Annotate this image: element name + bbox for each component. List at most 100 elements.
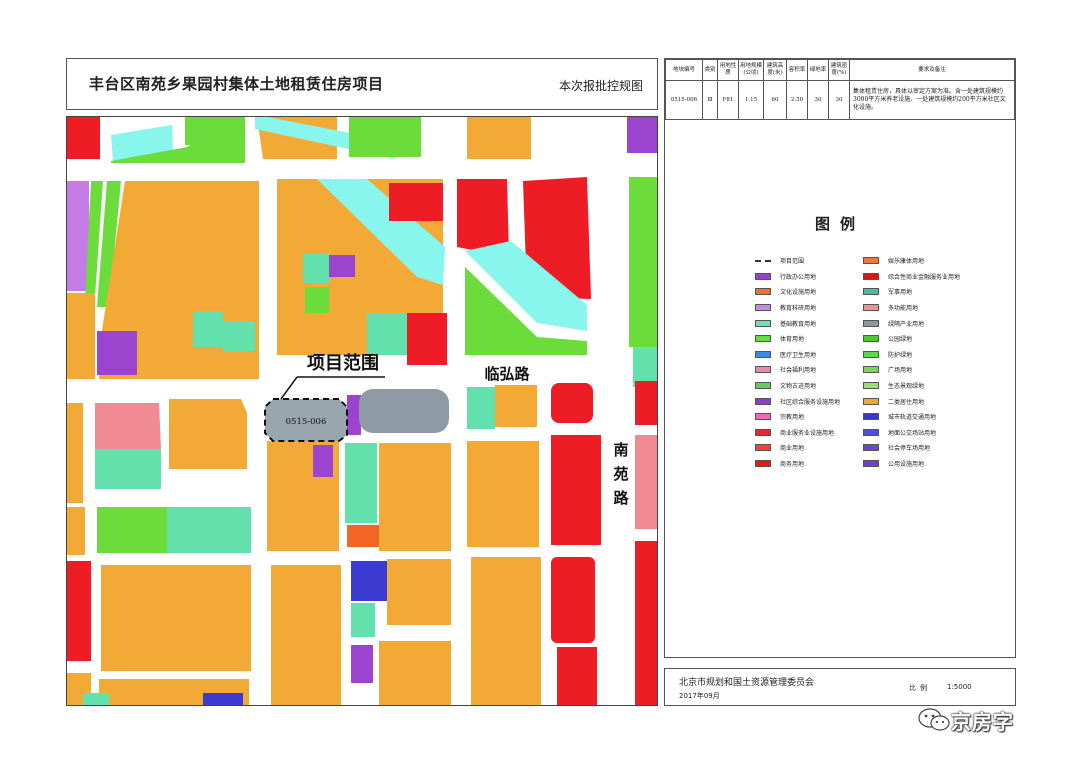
parcel (67, 117, 100, 159)
issuing-organization: 北京市规划和国土资源管理委员会 (679, 678, 815, 688)
parcel (313, 445, 333, 477)
column-header: 容积率 (786, 59, 808, 81)
column-header: 绿地率 (807, 59, 829, 81)
legend-swatch (755, 335, 771, 343)
table-row: 0515-006 Ⅲ F81 1.15 60 2.50 30 30 集体租赁住房… (665, 80, 1015, 120)
column-header: 建筑高度(米) (763, 59, 787, 81)
legend-label: 地面公交场站用地 (888, 429, 937, 437)
legend-swatch (863, 288, 879, 296)
parcel (67, 293, 95, 379)
parcel (467, 441, 539, 547)
legend-swatch (755, 288, 771, 296)
legend-item: 社会停车场用地 (863, 440, 1013, 456)
legend-item: 多功能用地 (863, 300, 1013, 316)
parcel (387, 559, 451, 625)
legend-swatch (755, 428, 771, 436)
legend-label: 公用设施用地 (888, 461, 925, 469)
legend-swatch (863, 350, 879, 358)
legend-label: 商业用地 (780, 445, 805, 453)
column-header: 地块编号 (665, 59, 703, 81)
parcel (367, 313, 407, 355)
parcel (347, 395, 361, 435)
parcel (67, 561, 91, 661)
legend-title: 图例 (814, 215, 865, 233)
legend-label: 娱乐康体用地 (888, 258, 925, 266)
parcel (407, 313, 447, 365)
legend-swatch (863, 444, 879, 452)
legend-item: 公用设施用地 (863, 456, 1013, 472)
legend-label: 教育科研用地 (780, 305, 817, 313)
parcel (101, 565, 251, 671)
parcel (97, 331, 137, 375)
parcel (167, 507, 251, 553)
column-header: 用地性质 (717, 59, 739, 81)
table-cell: Ⅲ (702, 80, 718, 120)
legend-swatch (755, 444, 771, 452)
legend-label: 军事用地 (888, 289, 913, 297)
table-cell: F81 (717, 80, 739, 120)
legend-label: 多功能用地 (888, 305, 919, 313)
parcel (471, 557, 541, 705)
project-range-label: 项目范围 (307, 352, 379, 374)
table-cell-remarks: 集体租赁住房，具体以审定方案为准。含一处建筑规模约3000平方米养老设施、一处建… (849, 80, 1015, 120)
legend-label: 综合性商业金融服务业用地 (888, 273, 961, 281)
legend-label: 医疗卫生用地 (780, 351, 817, 359)
wechat-icon (918, 708, 950, 731)
legend-swatch (863, 460, 879, 468)
parcel (345, 443, 377, 523)
parcel (95, 449, 161, 489)
issue-date: 2017年09月 (679, 692, 720, 700)
legend-label: 二类居住用地 (888, 398, 925, 406)
parcel (557, 647, 597, 705)
map-title: 丰台区南苑乡果园村集体土地租赁住房项目 (89, 75, 384, 93)
legend-swatch (755, 460, 771, 468)
parcel (203, 693, 243, 705)
legend-label: 社会停车场用地 (888, 445, 931, 453)
parcel (67, 403, 83, 503)
parcel (467, 387, 495, 429)
legend-label: 城市轨道交通用地 (888, 414, 937, 422)
road-label-nanyuan: 南苑路 (613, 441, 629, 507)
legend-label: 宗教用地 (780, 414, 805, 422)
land-use-map[interactable]: 0515-006 项目范围 临弘路 南苑路 (66, 116, 658, 706)
table-header-row: 地块编号 类别 用地性质 用地规模(公顷) 建筑高度(米) 容积率 绿地率 建筑… (665, 59, 1015, 81)
legend-item: 生态景观绿地 (863, 378, 1013, 394)
legend-item: 娱乐康体用地 (863, 253, 1013, 269)
legend-swatch (863, 257, 879, 265)
parcel (635, 381, 657, 425)
legend-label: 社区综合服务设施用地 (780, 398, 841, 406)
legend-swatch (755, 319, 771, 327)
watermark: 京房字 (917, 705, 1014, 735)
legend-label: 生态景观绿地 (888, 383, 925, 391)
parcel (349, 117, 421, 157)
legend-item: 综合性商业金融服务业用地 (863, 269, 1013, 285)
legend-swatch (863, 366, 879, 374)
legend-swatch (863, 304, 879, 312)
parcel (635, 435, 657, 529)
table-cell: 0515-006 (665, 80, 703, 120)
legend-item: 军事用地 (863, 284, 1013, 300)
parcel-info-table: 地块编号 类别 用地性质 用地规模(公顷) 建筑高度(米) 容积率 绿地率 建筑… (665, 59, 1015, 120)
legend-label: 商务用地 (780, 461, 805, 469)
legend-swatch (755, 272, 771, 280)
legend-label: 项目范围 (780, 258, 805, 266)
parcel (95, 403, 161, 449)
parcel (223, 321, 255, 351)
legend-swatch (755, 366, 771, 374)
legend-swatch (863, 382, 879, 390)
parcel (193, 311, 223, 347)
legend-label: 文物古迹用地 (780, 383, 817, 391)
legend-swatch (755, 413, 771, 421)
legend-label: 公园绿地 (888, 336, 913, 344)
parcel (551, 435, 601, 545)
parcel (271, 565, 341, 705)
scale-label: 比例 (909, 684, 931, 692)
legend-swatch (755, 350, 771, 358)
column-header: 建筑密度(%) (828, 59, 850, 81)
legend-label: 社会福利用地 (780, 367, 817, 375)
parcel (351, 561, 387, 601)
table-cell: 2.50 (786, 80, 808, 120)
legend-column-right: 娱乐康体用地 综合性商业金融服务业用地 军事用地 多功能用地 绿隔产业用地 公园绿地 防护绿… (863, 253, 1013, 471)
legend-label: 绿隔产业用地 (888, 320, 925, 328)
parcel (305, 287, 329, 313)
